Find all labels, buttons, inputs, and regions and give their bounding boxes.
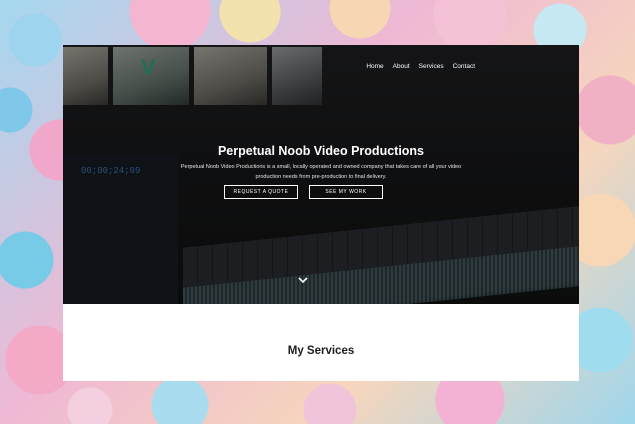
chevron-down-icon-svg — [298, 277, 308, 284]
main-nav: Home About Services Contact — [366, 63, 475, 70]
see-my-work-button[interactable]: SEE MY WORK — [309, 185, 383, 199]
nav-services[interactable]: Services — [419, 63, 444, 70]
hero-description: Perpetual Noob Video Productions is a sm… — [180, 164, 462, 180]
browser-window: V 00;00;24;09 Home About Services Contac… — [63, 45, 579, 381]
chevron-down-icon[interactable] — [297, 274, 309, 286]
services-section: My Services — [63, 304, 579, 381]
hero-title: Perpetual Noob Video Productions — [217, 144, 425, 158]
services-title: My Services — [287, 345, 355, 357]
request-quote-button[interactable]: REQUEST A QUOTE — [224, 185, 298, 199]
nav-home[interactable]: Home — [366, 63, 383, 70]
nav-about[interactable]: About — [393, 63, 410, 70]
hero-section: V 00;00;24;09 Home About Services Contac… — [63, 45, 579, 304]
nav-contact[interactable]: Contact — [453, 63, 475, 70]
